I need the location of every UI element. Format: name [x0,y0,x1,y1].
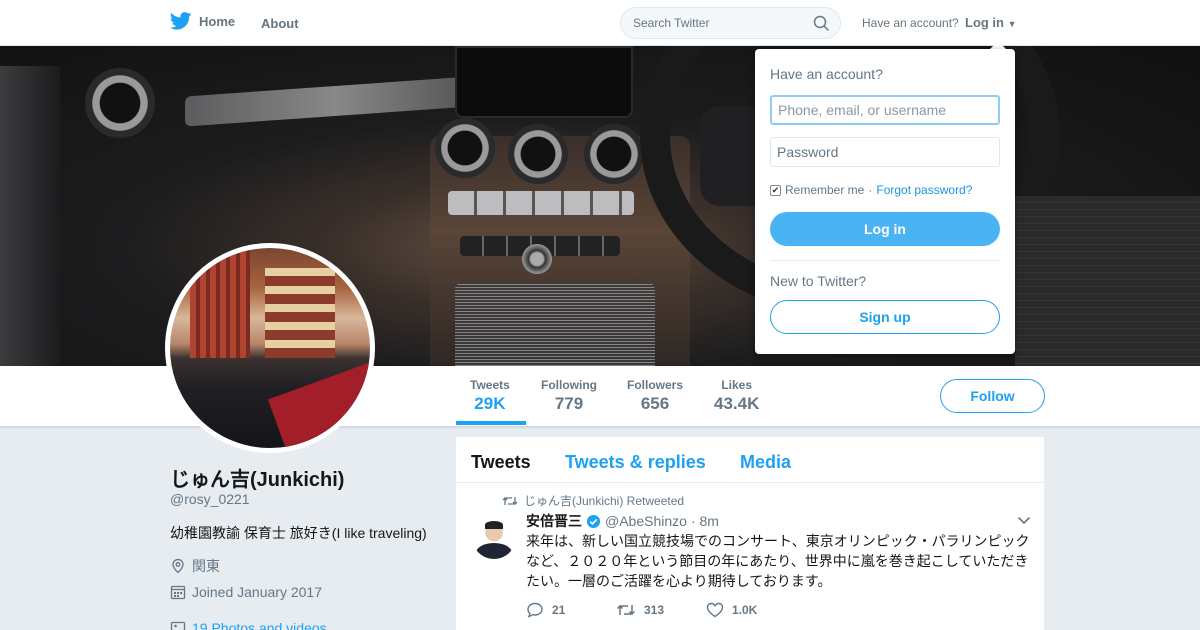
stat-value: 779 [554,394,584,413]
retweet-icon [616,604,636,616]
retweeted-by-label[interactable]: じゅん吉(Junkichi) Retweeted [524,492,684,509]
photo-icon [170,621,186,630]
reply-action[interactable]: 21 [526,602,616,618]
search-box [620,7,841,39]
joined-label: Joined January 2017 [192,584,322,600]
stat-likes[interactable]: Likes 43.4K [714,378,759,414]
signup-button[interactable]: Sign up [770,300,1000,334]
remember-me-checkbox[interactable]: ✔ [770,184,781,196]
retweet-icon [502,496,518,505]
have-account-text: Have an account? [862,16,959,30]
username-field[interactable] [770,95,1000,125]
location-pin-icon [172,558,184,574]
top-navigation-bar: Home About Have an account? Log in ▼ [0,0,1200,46]
tab-media[interactable]: Media [740,452,791,473]
stat-label: Likes [721,378,753,392]
reply-icon [527,602,543,618]
profile-name[interactable]: じゅん吉(Junkichi) [170,463,344,492]
stat-followers[interactable]: Followers 656 [627,378,683,414]
retweet-context: じゅん吉(Junkichi) Retweeted [502,492,684,509]
remember-me-row: ✔ Remember me · Forgot password? [770,183,972,197]
profile-avatar[interactable] [165,243,375,453]
timeline: Tweets Tweets & replies Media じゅん吉(Junki… [456,437,1044,630]
stat-following[interactable]: Following 779 [541,378,597,414]
profile-bio: 幼稚園教諭 保育士 旅好き(I like traveling) [170,525,427,541]
stat-tweets[interactable]: Tweets 29K [470,378,510,414]
verified-badge-icon [586,514,601,528]
divider [770,260,1000,261]
new-to-twitter-text: New to Twitter? [770,273,867,289]
login-link-label: Log in [965,15,1004,30]
tweet-actions: 21 313 1.0K [526,602,796,618]
profile-joined: Joined January 2017 [170,584,322,600]
timeline-tabs: Tweets Tweets & replies Media [456,437,1044,483]
retweet-action[interactable]: 313 [616,602,706,618]
search-icon[interactable] [813,15,830,32]
login-dropdown-title: Have an account? [770,66,883,82]
stat-value: 29K [474,394,506,413]
nav-about[interactable]: About [261,16,299,31]
tab-tweets[interactable]: Tweets [471,452,531,473]
search-input[interactable] [633,16,813,30]
tweet-author-avatar[interactable] [472,515,516,559]
login-button[interactable]: Log in [770,212,1000,246]
password-field[interactable] [770,137,1000,167]
nav-home-label: Home [199,13,236,29]
stat-label: Tweets [470,378,510,392]
profile-location: 関東 [170,556,220,576]
photos-videos-link[interactable]: 19 Photos and videos [170,620,327,630]
follow-button[interactable]: Follow [940,379,1045,413]
like-action[interactable]: 1.0K [706,602,796,618]
tweet-timestamp[interactable]: · 8m [691,513,719,529]
caret-down-icon: ▼ [1007,19,1017,29]
login-dropdown: Have an account? ✔ Remember me · Forgot … [755,49,1015,354]
reply-count: 21 [552,603,566,617]
chevron-down-icon[interactable] [1017,515,1031,525]
stat-value: 43.4K [714,394,760,413]
location-label: 関東 [192,558,220,574]
retweet-count: 313 [644,603,665,617]
nav-home[interactable]: Home [170,12,235,30]
twitter-bird-icon [170,12,192,30]
like-count: 1.0K [732,603,758,617]
stat-label: Following [541,378,597,392]
remember-me-label[interactable]: Remember me [785,183,864,197]
stat-value: 656 [640,394,670,413]
active-stat-underline [456,421,526,425]
tweet-text: 来年は、新しい国立競技場でのコンサート、東京オリンピック・パラリンピックなど、２… [526,533,1030,589]
separator-dot: · [868,183,873,197]
login-dropdown-toggle[interactable]: Log in ▼ [965,15,1017,30]
tab-tweets-replies[interactable]: Tweets & replies [565,452,706,473]
heart-icon [706,602,724,618]
stat-label: Followers [627,378,684,392]
tweet-header: 安倍晋三 @AbeShinzo · 8m [526,511,719,531]
tweet-author-name[interactable]: 安倍晋三 [526,511,582,531]
tweet-author-handle[interactable]: @AbeShinzo [605,513,687,529]
forgot-password-link[interactable]: Forgot password? [876,183,972,197]
photos-videos-label: 19 Photos and videos [192,620,327,630]
profile-handle[interactable]: @rosy_0221 [170,491,250,507]
login-dropdown-caret [990,41,1006,49]
calendar-icon [170,585,186,600]
